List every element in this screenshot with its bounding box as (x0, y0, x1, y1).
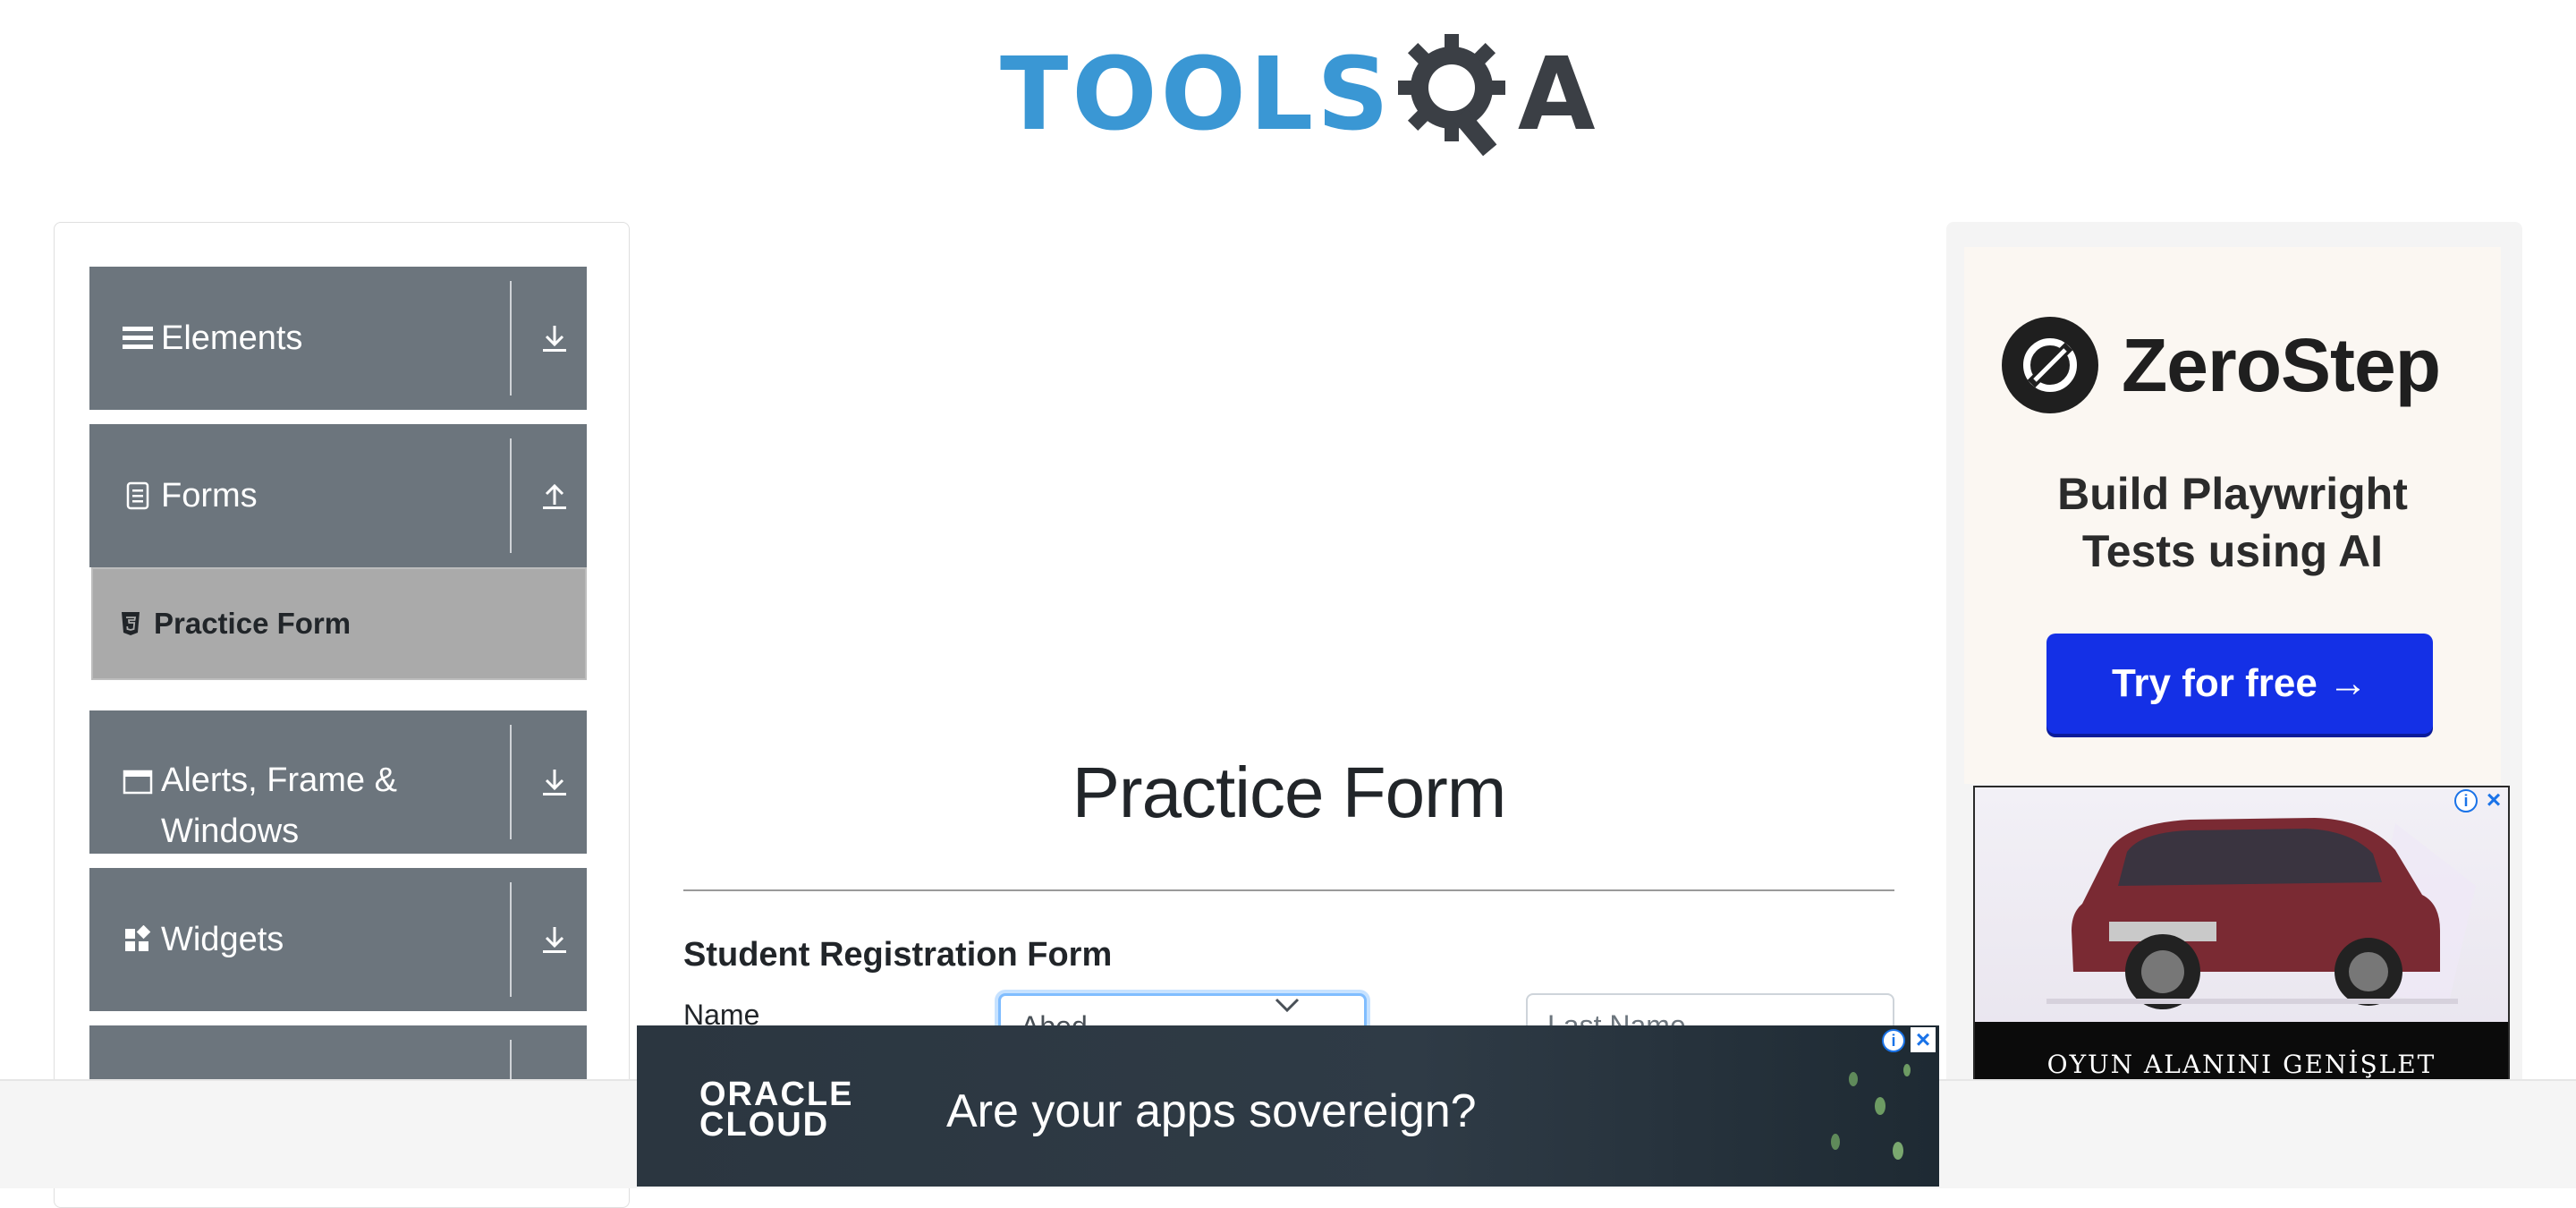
sidebar-group-label: Alerts, Frame & Windows (161, 761, 397, 850)
form-heading: Student Registration Form (683, 936, 1113, 974)
ad-info-icon[interactable]: i (2454, 789, 2478, 812)
zerostep-tagline: Build Playwright Tests using AI (1964, 465, 2501, 580)
car-image (2046, 818, 2476, 1009)
sidebar-group-label: Widgets (161, 920, 284, 958)
html5-icon (118, 611, 143, 636)
sidebar-group-forms[interactable]: Forms (89, 424, 587, 567)
oracle-logo-line1: ORACLE (699, 1076, 854, 1113)
sidebar-group-label: Elements (161, 319, 303, 357)
close-icon[interactable]: × (1911, 1025, 1936, 1053)
leaf-decoration (1831, 1064, 1911, 1160)
divider (510, 281, 512, 396)
sidebar-group-label: Forms (161, 476, 258, 515)
sidebar-group-alerts[interactable]: Alerts, Frame & Windows (89, 710, 587, 854)
divider (510, 438, 512, 553)
sidebar-group-widgets[interactable]: Widgets (89, 868, 587, 1011)
page-title: Practice Form (1072, 753, 1507, 832)
divider (510, 882, 512, 997)
sidebar-item-practice-form[interactable]: Practice Form (91, 567, 587, 680)
oracle-logo-line2: CLOUD (699, 1106, 830, 1144)
ad-info-icon[interactable]: i (1882, 1029, 1905, 1052)
logo-a-text: A (1517, 37, 1596, 153)
widgets-icon (122, 923, 154, 956)
zerostep-brand: ZeroStep (2122, 322, 2441, 407)
toolsqa-logo[interactable]: TOOLS A (1000, 23, 1596, 166)
download-icon[interactable] (537, 320, 572, 356)
oracle-cloud-logo: ORACLE CLOUD (699, 1076, 854, 1144)
download-icon[interactable] (537, 922, 572, 957)
upload-icon[interactable] (537, 478, 572, 514)
sidebar-item-label: Practice Form (154, 607, 352, 640)
chevron-down-icon[interactable] (1274, 995, 1301, 1015)
zerostep-tagline-line1: Build Playwright (2057, 469, 2408, 519)
menu-icon (122, 322, 154, 354)
oracle-ad-text: Are your apps sovereign? (946, 1085, 1477, 1137)
car-ad[interactable]: OYUN ALANINI GENİŞLET (1973, 786, 2510, 1081)
zerostep-tagline-line2: Tests using AI (2081, 526, 2384, 576)
logo-tools-text: TOOLS (1000, 37, 1393, 153)
top-ad-slot (683, 251, 1894, 671)
title-divider (683, 889, 1894, 891)
download-icon[interactable] (537, 764, 572, 800)
window-icon (122, 766, 154, 798)
car-ad-caption: OYUN ALANINI GENİŞLET (1975, 1022, 2508, 1079)
zerostep-logo-icon (2002, 317, 2098, 413)
try-for-free-button[interactable]: Try for free → (2046, 634, 2433, 734)
close-icon[interactable]: × (2481, 786, 2506, 813)
divider (510, 725, 512, 839)
document-icon (122, 480, 154, 512)
zerostep-logo[interactable]: ZeroStep (2002, 317, 2441, 413)
sidebar-group-elements[interactable]: Elements (89, 267, 587, 410)
gear-magnifier-icon (1396, 23, 1521, 166)
oracle-ad-banner[interactable]: ORACLE CLOUD Are your apps sovereign? (637, 1025, 1939, 1187)
